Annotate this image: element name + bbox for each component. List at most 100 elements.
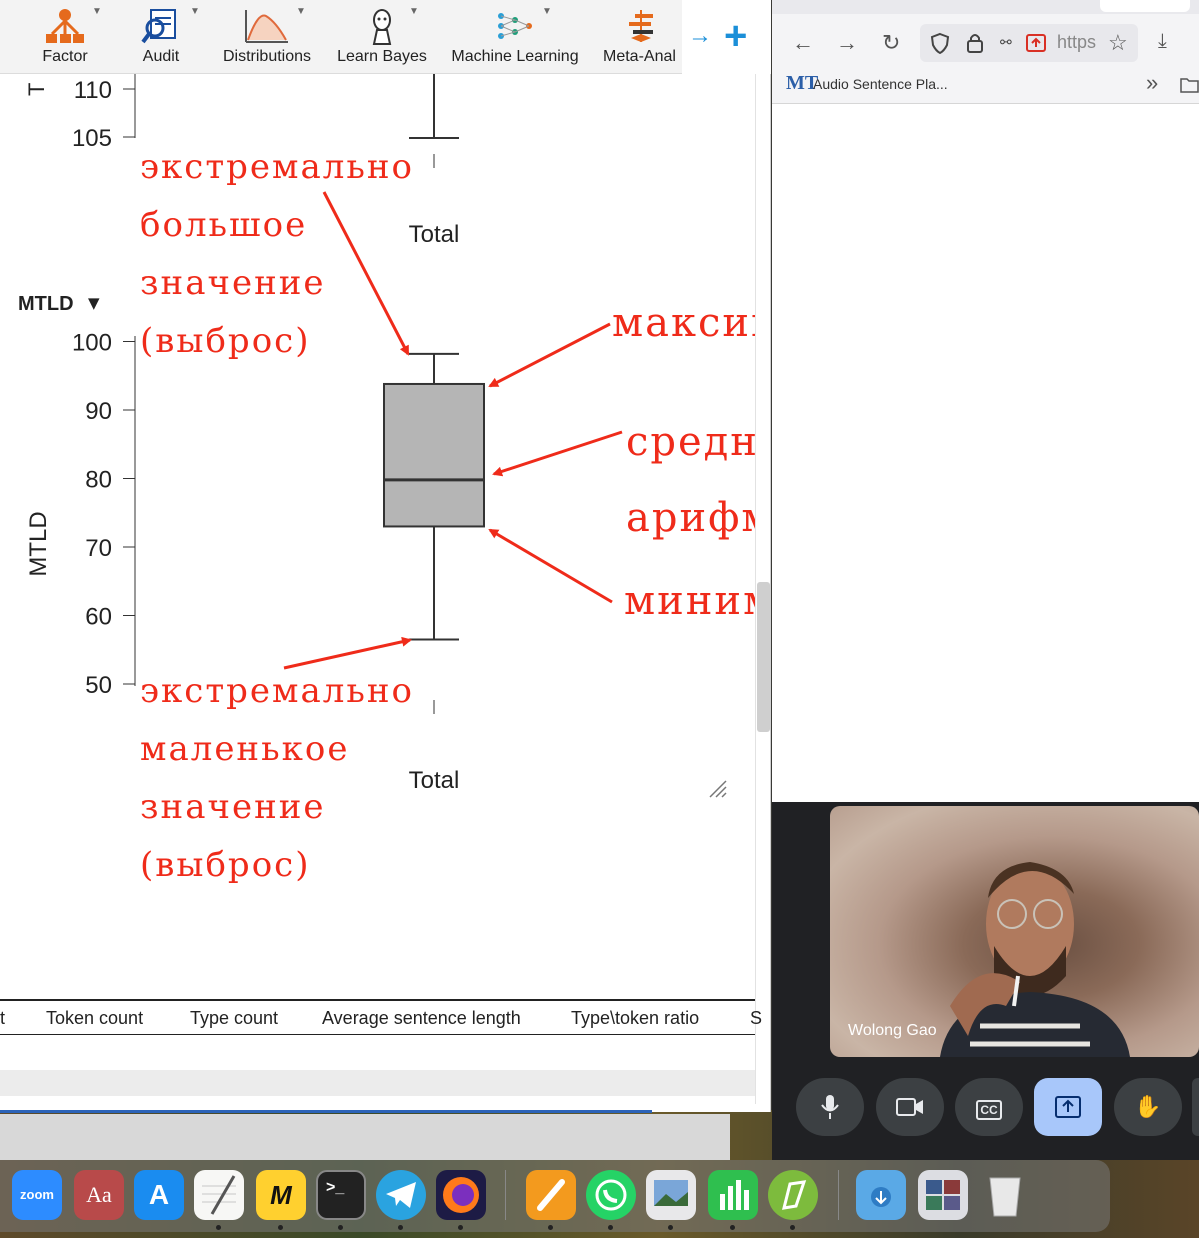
- running-indicator: [790, 1225, 795, 1230]
- data-table-header: t Token count Type count Average sentenc…: [0, 999, 762, 1035]
- ribbon-label: Meta-Anal: [603, 48, 676, 65]
- preview-app-icon[interactable]: [646, 1170, 696, 1220]
- column-header[interactable]: Average sentence length: [322, 1008, 521, 1029]
- forward-icon[interactable]: →: [836, 30, 858, 56]
- permissions-icon[interactable]: ⚯: [1000, 34, 1012, 51]
- raise-hand-button[interactable]: ✋: [1114, 1078, 1182, 1136]
- url-text[interactable]: https: [1057, 32, 1096, 53]
- column-header[interactable]: Type count: [190, 1008, 278, 1029]
- ribbon-label: s: [0, 48, 10, 66]
- ribbon-machine-learning[interactable]: ▼ Machine Learning: [446, 0, 584, 74]
- bookmark-item[interactable]: Audio Sentence Pla...: [813, 76, 948, 92]
- running-indicator: [668, 1225, 673, 1230]
- star-icon[interactable]: ☆: [1108, 30, 1128, 56]
- factor-icon: [46, 9, 84, 43]
- firefox-icon: [443, 1177, 479, 1213]
- captions-button[interactable]: CC: [955, 1078, 1023, 1136]
- column-header[interactable]: S: [750, 1008, 762, 1029]
- folder-icon[interactable]: [1180, 76, 1199, 94]
- participant-video[interactable]: [830, 806, 1199, 1057]
- running-indicator: [338, 1225, 343, 1230]
- ribbon-descriptives[interactable]: s: [0, 0, 10, 74]
- app-store-icon[interactable]: A: [134, 1170, 184, 1220]
- ribbon-factor[interactable]: ▼ Factor: [30, 0, 102, 74]
- running-indicator: [730, 1225, 735, 1230]
- ribbon-audit[interactable]: ▼ Audit: [126, 0, 200, 74]
- column-header[interactable]: Type\token ratio: [571, 1008, 699, 1029]
- y-axis-title: MTLD: [25, 511, 52, 576]
- share-screen-icon[interactable]: [1026, 34, 1046, 52]
- shield-icon[interactable]: [930, 32, 950, 54]
- column-header[interactable]: Token count: [46, 1008, 143, 1029]
- photo-icon: [654, 1180, 688, 1206]
- meta-analysis-icon: [629, 10, 653, 42]
- tick-label: 110: [74, 77, 112, 104]
- microphone-button[interactable]: [796, 1078, 864, 1136]
- trash-icon[interactable]: [980, 1170, 1030, 1220]
- y-tick-label: 80: [85, 467, 112, 494]
- camera-icon: [896, 1098, 923, 1116]
- ribbon-right-buttons: → +: [682, 0, 771, 74]
- resize-grip-icon[interactable]: [709, 780, 727, 798]
- annotation-line: экстремально: [140, 147, 414, 187]
- stack-icon: [926, 1180, 960, 1210]
- table-horizontal-scrollbar[interactable]: [0, 1070, 755, 1096]
- annotation-minimum: минимум: [624, 578, 755, 624]
- section-title[interactable]: MTLD: [18, 293, 74, 315]
- ribbon-label: Machine Learning: [451, 48, 579, 65]
- annotation-line: (выброс): [140, 321, 311, 361]
- quill-app-icon[interactable]: [768, 1170, 818, 1220]
- telegram-app-icon[interactable]: [376, 1170, 426, 1220]
- annotation-line: маленькое: [140, 729, 350, 769]
- whatsapp-app-icon[interactable]: [586, 1170, 636, 1220]
- terminal-app-icon[interactable]: >_: [316, 1170, 366, 1220]
- download-icon[interactable]: ⤓: [1158, 30, 1167, 53]
- zoom-app-icon[interactable]: zoom: [12, 1170, 62, 1220]
- pane-divider[interactable]: [755, 74, 756, 1104]
- box-group: [383, 352, 485, 641]
- present-button[interactable]: [1034, 1078, 1102, 1136]
- background-window: [0, 1114, 730, 1160]
- chevron-down-icon: ▼: [92, 6, 102, 17]
- numbers-app-icon[interactable]: [708, 1170, 758, 1220]
- camera-button[interactable]: [876, 1078, 944, 1136]
- ribbon-learn-bayes[interactable]: ▼ Learn Bayes: [333, 0, 431, 74]
- distributions-icon: [245, 10, 288, 43]
- browser-tab[interactable]: [1100, 0, 1190, 12]
- pages-app-icon[interactable]: [526, 1170, 576, 1220]
- textedit-app-icon[interactable]: [194, 1170, 244, 1220]
- dock-separator: [838, 1170, 839, 1220]
- annotation-maximum: максимум: [612, 300, 755, 346]
- ribbon-distributions[interactable]: ▼ Distributions: [216, 0, 318, 74]
- paper-plane-icon: [386, 1182, 416, 1208]
- annotation-outlier-low: экстремально маленькое значение (выброс): [140, 662, 414, 894]
- caret-down-icon[interactable]: ▼: [88, 294, 100, 312]
- arrow-right-icon[interactable]: →: [688, 22, 712, 50]
- bookmarks-overflow-icon[interactable]: »: [1146, 70, 1158, 96]
- pen-icon: [202, 1175, 236, 1215]
- running-indicator: [608, 1225, 613, 1230]
- annotation-line: экстремально: [140, 671, 414, 711]
- plus-icon[interactable]: +: [724, 14, 747, 59]
- downloads-folder-icon[interactable]: [856, 1170, 906, 1220]
- column-header[interactable]: t: [0, 1008, 5, 1029]
- results-scrollbar[interactable]: [757, 582, 770, 732]
- ribbon-label: Learn Bayes: [337, 48, 427, 65]
- chevron-down-icon: ▼: [296, 6, 306, 17]
- ribbon-meta-analysis[interactable]: Meta-Anal: [600, 0, 682, 74]
- running-indicator: [216, 1225, 221, 1230]
- browser-content: [772, 104, 1199, 802]
- reload-icon[interactable]: ↻: [882, 30, 900, 56]
- annotation-mean: среднее арифметическое: [626, 404, 755, 556]
- more-options-button[interactable]: [1192, 1078, 1199, 1136]
- annotation-line: значение: [140, 787, 326, 827]
- dictionary-app-icon[interactable]: Aa: [74, 1170, 124, 1220]
- firefox-app-icon[interactable]: [436, 1170, 486, 1220]
- annotation-outlier-high: экстремально большое значение (выброс): [140, 138, 414, 370]
- chevron-down-icon: ▼: [409, 6, 419, 17]
- present-icon: [1055, 1096, 1081, 1118]
- stack-folder-icon[interactable]: [918, 1170, 968, 1220]
- back-icon[interactable]: ←: [792, 30, 814, 56]
- miro-app-icon[interactable]: M: [256, 1170, 306, 1220]
- progress-line: [0, 1110, 652, 1113]
